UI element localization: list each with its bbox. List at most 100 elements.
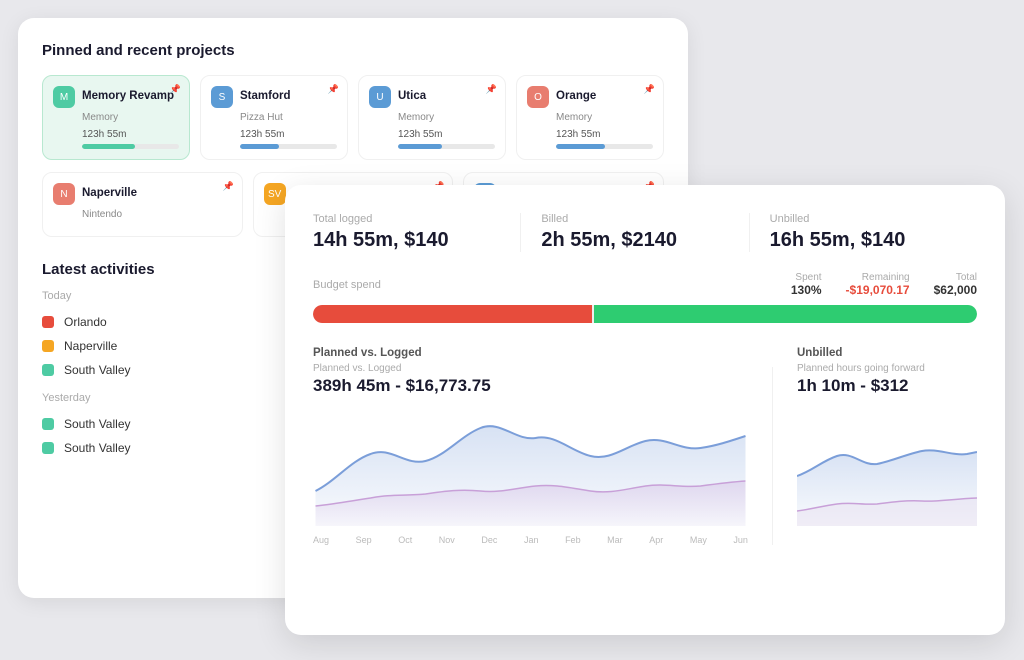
budget-bar — [313, 305, 977, 323]
budget-stats: Spent 130% Remaining -$19,070.17 Total $… — [791, 272, 977, 297]
activity-label-southvalley-y2: South Valley — [64, 441, 131, 455]
project-name-0: Memory Revamp — [82, 90, 174, 104]
project-sub-sm-0: Nintendo — [82, 209, 232, 220]
project-sub-0: Memory — [82, 112, 179, 123]
project-name-1: Stamford — [240, 90, 290, 104]
chart-right-svg — [797, 406, 977, 526]
budget-section: Budget spend Spent 130% Remaining -$19,0… — [313, 272, 977, 323]
project-card-2[interactable]: U Utica Memory 123h 55m 📌 — [358, 75, 506, 160]
chart-left-value: 389h 45m - $16,773.75 — [313, 376, 748, 396]
activity-label-southvalley-today: South Valley — [64, 363, 131, 377]
budget-total: Total $62,000 — [934, 272, 977, 297]
progress-bg-2 — [398, 144, 495, 149]
stat-value-2: 16h 55m, $140 — [770, 229, 957, 252]
activity-dot-southvalley-today — [42, 364, 54, 376]
budget-remaining: Remaining -$19,070.17 — [846, 272, 910, 297]
project-icon-0: M — [53, 86, 75, 108]
progress-bg-0 — [82, 144, 179, 149]
chart-left-svg — [313, 406, 748, 526]
activity-label-orlando: Orlando — [64, 315, 107, 329]
x-label-7: Mar — [607, 535, 623, 545]
pin-icon-0[interactable]: 📌 — [170, 84, 181, 95]
chart-right-title: Unbilled — [797, 347, 977, 359]
activity-dot-southvalley-y1 — [42, 418, 54, 430]
progress-fill-1 — [240, 144, 279, 149]
project-card-3[interactable]: O Orange Memory 123h 55m 📌 — [516, 75, 664, 160]
project-time-3: 123h 55m — [556, 129, 653, 140]
budget-spent: Spent 130% — [791, 272, 822, 297]
project-name-2: Utica — [398, 90, 426, 104]
chart-right-sublabel: Planned hours going forward — [797, 363, 977, 374]
project-name-sm-0: Naperville — [82, 187, 137, 201]
pin-icon-1[interactable]: 📌 — [328, 84, 339, 95]
project-icon-3: O — [527, 86, 549, 108]
x-label-3: Nov — [439, 535, 455, 545]
project-card-0[interactable]: M Memory Revamp Memory 123h 55m 📌 — [42, 75, 190, 160]
budget-total-label: Total — [934, 272, 977, 283]
budget-bar-green — [594, 305, 977, 323]
activity-label-naperville: Naperville — [64, 339, 117, 353]
budget-spent-value: 130% — [791, 283, 822, 297]
project-sub-3: Memory — [556, 112, 653, 123]
activity-label-southvalley-y1: South Valley — [64, 417, 131, 431]
project-time-0: 123h 55m — [82, 129, 179, 140]
x-label-6: Feb — [565, 535, 581, 545]
project-sub-2: Memory — [398, 112, 495, 123]
project-card-1[interactable]: S Stamford Pizza Hut 123h 55m 📌 — [200, 75, 348, 160]
chart-left-sublabel: Planned vs. Logged — [313, 363, 748, 374]
x-label-2: Oct — [398, 535, 412, 545]
pin-icon-sm-0[interactable]: 📌 — [222, 181, 233, 192]
project-time-2: 123h 55m — [398, 129, 495, 140]
activity-dot-southvalley-y2 — [42, 442, 54, 454]
budget-spent-label: Spent — [791, 272, 822, 283]
stat-unbilled: Unbilled 16h 55m, $140 — [749, 213, 977, 252]
project-icon-sm-1: SV — [264, 183, 286, 205]
chart-left-title: Planned vs. Logged — [313, 347, 748, 359]
projects-grid-row1: M Memory Revamp Memory 123h 55m 📌 S Stam… — [42, 75, 664, 160]
stat-total-logged: Total logged 14h 55m, $140 — [313, 213, 520, 252]
stat-value-1: 2h 55m, $2140 — [541, 229, 728, 252]
project-icon-2: U — [369, 86, 391, 108]
activity-dot-orlando — [42, 316, 54, 328]
charts-section: Planned vs. Logged Planned vs. Logged 38… — [313, 347, 977, 545]
stats-row: Total logged 14h 55m, $140 Billed 2h 55m… — [313, 213, 977, 252]
x-axis-labels: Aug Sep Oct Nov Dec Jan Feb Mar Apr May … — [313, 535, 748, 545]
stat-label-2: Unbilled — [770, 213, 957, 225]
x-label-0: Aug — [313, 535, 329, 545]
project-sub-1: Pizza Hut — [240, 112, 337, 123]
pin-icon-2[interactable]: 📌 — [486, 84, 497, 95]
x-label-1: Sep — [356, 535, 372, 545]
pin-icon-3[interactable]: 📌 — [644, 84, 655, 95]
project-name-3: Orange — [556, 90, 596, 104]
x-label-9: May — [690, 535, 707, 545]
progress-bg-1 — [240, 144, 337, 149]
x-label-4: Dec — [481, 535, 497, 545]
budget-label: Budget spend — [313, 279, 381, 291]
stat-value-0: 14h 55m, $140 — [313, 229, 500, 252]
chart-divider — [772, 367, 773, 545]
budget-remaining-label: Remaining — [846, 272, 910, 283]
stat-label-1: Billed — [541, 213, 728, 225]
progress-fill-0 — [82, 144, 135, 149]
budget-remaining-value: -$19,070.17 — [846, 283, 910, 297]
project-icon-sm-0: N — [53, 183, 75, 205]
budget-bar-red — [313, 305, 592, 323]
stat-label-0: Total logged — [313, 213, 500, 225]
project-card-sm-0[interactable]: N Naperville Nintendo 📌 — [42, 172, 243, 237]
progress-fill-2 — [398, 144, 442, 149]
pinned-projects-title: Pinned and recent projects — [42, 42, 664, 59]
project-icon-1: S — [211, 86, 233, 108]
progress-bg-3 — [556, 144, 653, 149]
budget-header: Budget spend Spent 130% Remaining -$19,0… — [313, 272, 977, 297]
chart-unbilled: Unbilled Planned hours going forward 1h … — [797, 347, 977, 545]
x-label-8: Apr — [649, 535, 663, 545]
budget-total-value: $62,000 — [934, 283, 977, 297]
front-card: Total logged 14h 55m, $140 Billed 2h 55m… — [285, 185, 1005, 635]
progress-fill-3 — [556, 144, 605, 149]
chart-planned-logged: Planned vs. Logged Planned vs. Logged 38… — [313, 347, 748, 545]
project-time-1: 123h 55m — [240, 129, 337, 140]
chart-right-value: 1h 10m - $312 — [797, 376, 977, 396]
x-label-10: Jun — [733, 535, 748, 545]
x-label-5: Jan — [524, 535, 539, 545]
activity-dot-naperville — [42, 340, 54, 352]
